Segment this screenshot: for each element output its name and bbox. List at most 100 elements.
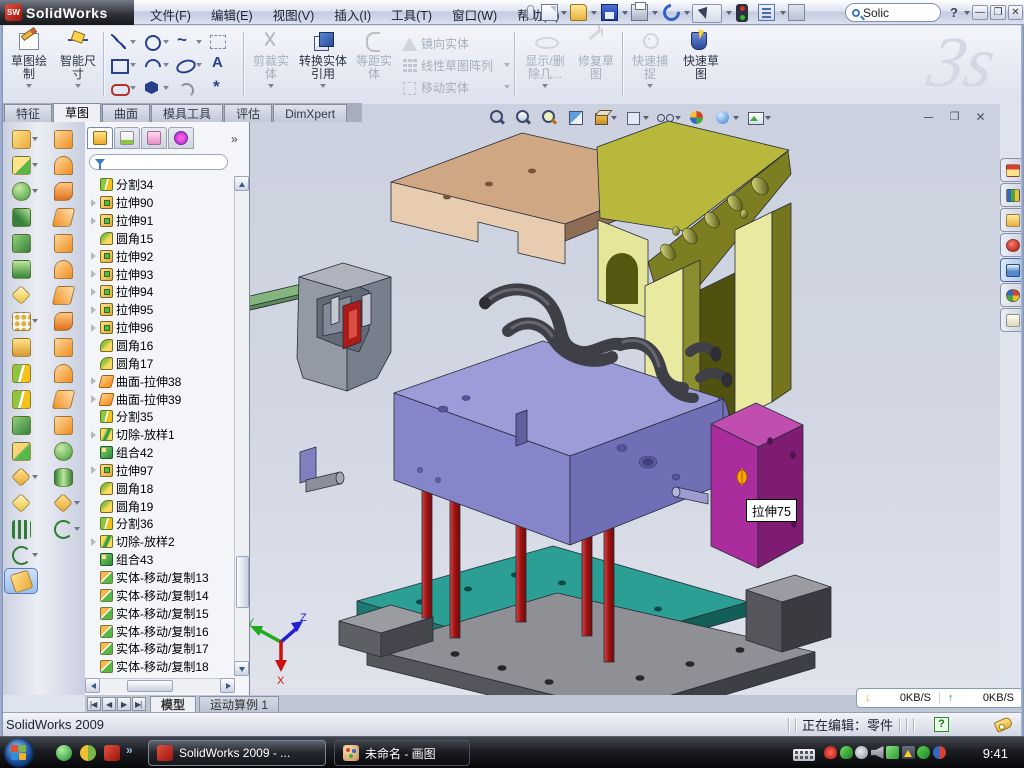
feature-tree-item[interactable]: 切除-放样2 bbox=[85, 533, 235, 551]
menu-item[interactable]: 窗口(W) bbox=[442, 3, 507, 23]
ribbon-tab[interactable]: 模具工具 bbox=[151, 104, 223, 122]
feature-tree-item[interactable]: 圆角16 bbox=[85, 337, 235, 355]
print-dropdown[interactable] bbox=[652, 11, 658, 15]
thickened-cut-icon[interactable] bbox=[46, 464, 80, 490]
point-tool-icon[interactable]: * bbox=[207, 77, 237, 98]
offset-entities-button[interactable]: 等距实体 bbox=[352, 29, 396, 99]
mirror-entities-button[interactable]: 镜向实体 bbox=[402, 32, 510, 54]
quicklaunch-overflow[interactable]: » bbox=[126, 743, 133, 757]
expand-arrow-icon[interactable] bbox=[90, 324, 97, 332]
spline-tool-icon[interactable]: ~ bbox=[174, 31, 204, 52]
open-dropdown[interactable] bbox=[591, 11, 597, 15]
close-button[interactable]: ✕ bbox=[1008, 5, 1023, 20]
configurationmanager-tab[interactable] bbox=[141, 127, 167, 149]
doc-close-button[interactable] bbox=[971, 110, 990, 125]
feature-tree-item[interactable]: 分割35 bbox=[85, 408, 235, 426]
curve-icon[interactable] bbox=[46, 516, 80, 542]
feature-tree-item[interactable]: 组合43 bbox=[85, 551, 235, 569]
start-button[interactable] bbox=[4, 738, 34, 768]
dimxpertmanager-tab[interactable] bbox=[168, 127, 194, 149]
panel-overflow-button[interactable]: » bbox=[231, 132, 238, 146]
apply-scene-icon[interactable] bbox=[714, 109, 739, 126]
arc-tool-icon[interactable] bbox=[141, 54, 171, 75]
feature-tree-item[interactable]: 拉伸95 bbox=[85, 301, 235, 319]
expand-arrow-icon[interactable] bbox=[90, 217, 97, 225]
draft-icon[interactable] bbox=[4, 256, 38, 282]
rapid-sketch-button[interactable]: 快速草图 bbox=[678, 29, 724, 99]
axis-icon[interactable] bbox=[4, 516, 38, 542]
expand-arrow-icon[interactable] bbox=[90, 252, 97, 260]
expand-arrow-icon[interactable] bbox=[90, 538, 97, 546]
surface-boundary-icon[interactable] bbox=[46, 204, 80, 230]
move-entities-button[interactable]: 移动实体 bbox=[402, 76, 510, 98]
menu-item[interactable]: 插入(I) bbox=[324, 3, 381, 23]
move-copy-body-icon[interactable] bbox=[4, 438, 38, 464]
next-tab-button[interactable] bbox=[117, 697, 131, 711]
save-icon[interactable] bbox=[601, 4, 618, 21]
feature-tree-item[interactable]: 曲面-拉伸39 bbox=[85, 390, 235, 408]
surface-delete-icon[interactable] bbox=[46, 308, 80, 334]
feature-tree-item[interactable]: 拉伸94 bbox=[85, 283, 235, 301]
ribbon-tab[interactable]: 评估 bbox=[224, 104, 272, 122]
surface-loft-icon[interactable] bbox=[46, 178, 80, 204]
reference-geometry-icon[interactable] bbox=[4, 464, 38, 490]
sketch-button[interactable]: 草图绘制 bbox=[6, 29, 52, 99]
display-style-icon[interactable] bbox=[624, 109, 649, 126]
feature-tree-item[interactable]: 拉伸96 bbox=[85, 319, 235, 337]
feature-tree-item[interactable]: 实体-移动/复制13 bbox=[85, 569, 235, 587]
feature-tree-item[interactable]: 实体-移动/复制17 bbox=[85, 640, 235, 658]
taskbar-task-paint[interactable]: 未命名 - 画图 bbox=[334, 740, 470, 766]
quicklaunch-solidworks-icon[interactable] bbox=[104, 745, 120, 761]
menu-item[interactable]: 视图(V) bbox=[263, 3, 325, 23]
previous-tab-button[interactable] bbox=[102, 697, 116, 711]
feature-tree-item[interactable]: 实体-移动/复制15 bbox=[85, 604, 235, 622]
feature-tree-item[interactable]: 拉伸90 bbox=[85, 194, 235, 212]
menu-item[interactable]: 工具(T) bbox=[381, 3, 442, 23]
rectangle-tool-icon[interactable] bbox=[108, 54, 138, 75]
text-tool-icon[interactable]: A bbox=[207, 54, 237, 75]
safe-remove-icon[interactable] bbox=[886, 746, 899, 759]
taskbar-clock[interactable]: 9:41 bbox=[983, 746, 1008, 761]
tree-horizontal-scrollbar[interactable] bbox=[85, 678, 235, 693]
expand-arrow-icon[interactable] bbox=[90, 306, 97, 314]
expand-arrow-icon[interactable] bbox=[90, 395, 97, 403]
chamfer-icon[interactable] bbox=[4, 204, 38, 230]
quick-tips-icon[interactable]: ? bbox=[934, 717, 949, 732]
rebuild-icon[interactable] bbox=[736, 4, 748, 22]
view-orientation-icon[interactable] bbox=[592, 109, 617, 126]
expand-arrow-icon[interactable] bbox=[90, 431, 97, 439]
linear-pattern-button[interactable]: 线性草图阵列 bbox=[402, 54, 510, 76]
surface-extend-icon[interactable] bbox=[46, 386, 80, 412]
options-dropdown[interactable] bbox=[780, 11, 786, 15]
new-dropdown[interactable] bbox=[561, 11, 567, 15]
magnified-selection-icon[interactable] bbox=[540, 109, 559, 126]
minimize-button[interactable]: — bbox=[972, 5, 988, 20]
first-tab-button[interactable] bbox=[87, 697, 101, 711]
feature-tree-item[interactable]: 拉伸92 bbox=[85, 247, 235, 265]
ribbon-tab[interactable]: 草图 bbox=[53, 103, 101, 122]
expand-arrow-icon[interactable] bbox=[90, 288, 97, 296]
surface-fill-icon[interactable] bbox=[46, 230, 80, 256]
menu-item[interactable]: 文件(F) bbox=[140, 3, 201, 23]
feature-tree-item[interactable]: 实体-移动/复制14 bbox=[85, 586, 235, 604]
surface-trim-icon[interactable] bbox=[46, 360, 80, 386]
combine-icon[interactable] bbox=[4, 412, 38, 438]
expand-arrow-icon[interactable] bbox=[90, 270, 97, 278]
ellipse-tool-icon[interactable] bbox=[174, 54, 204, 75]
tags-icon[interactable] bbox=[993, 716, 1013, 733]
last-tab-button[interactable] bbox=[132, 697, 146, 711]
sketch-fillet-icon[interactable] bbox=[174, 77, 204, 98]
search-input[interactable]: Solic bbox=[863, 6, 889, 20]
ribbon-tab[interactable]: 特征 bbox=[4, 104, 52, 122]
line-tool-icon[interactable] bbox=[108, 31, 138, 52]
curve-icon[interactable] bbox=[4, 542, 38, 568]
help-dropdown[interactable] bbox=[964, 11, 970, 15]
model-canvas[interactable]: Y Z X bbox=[250, 104, 1000, 695]
shell-icon[interactable] bbox=[4, 230, 38, 256]
options-icon[interactable] bbox=[758, 4, 775, 21]
expand-arrow-icon[interactable] bbox=[90, 199, 97, 207]
surface-offset-icon[interactable] bbox=[46, 256, 80, 282]
selection-filter-icon[interactable] bbox=[788, 4, 805, 21]
zoom-to-fit-icon[interactable] bbox=[488, 109, 507, 126]
doc-restore-button[interactable] bbox=[945, 110, 964, 125]
